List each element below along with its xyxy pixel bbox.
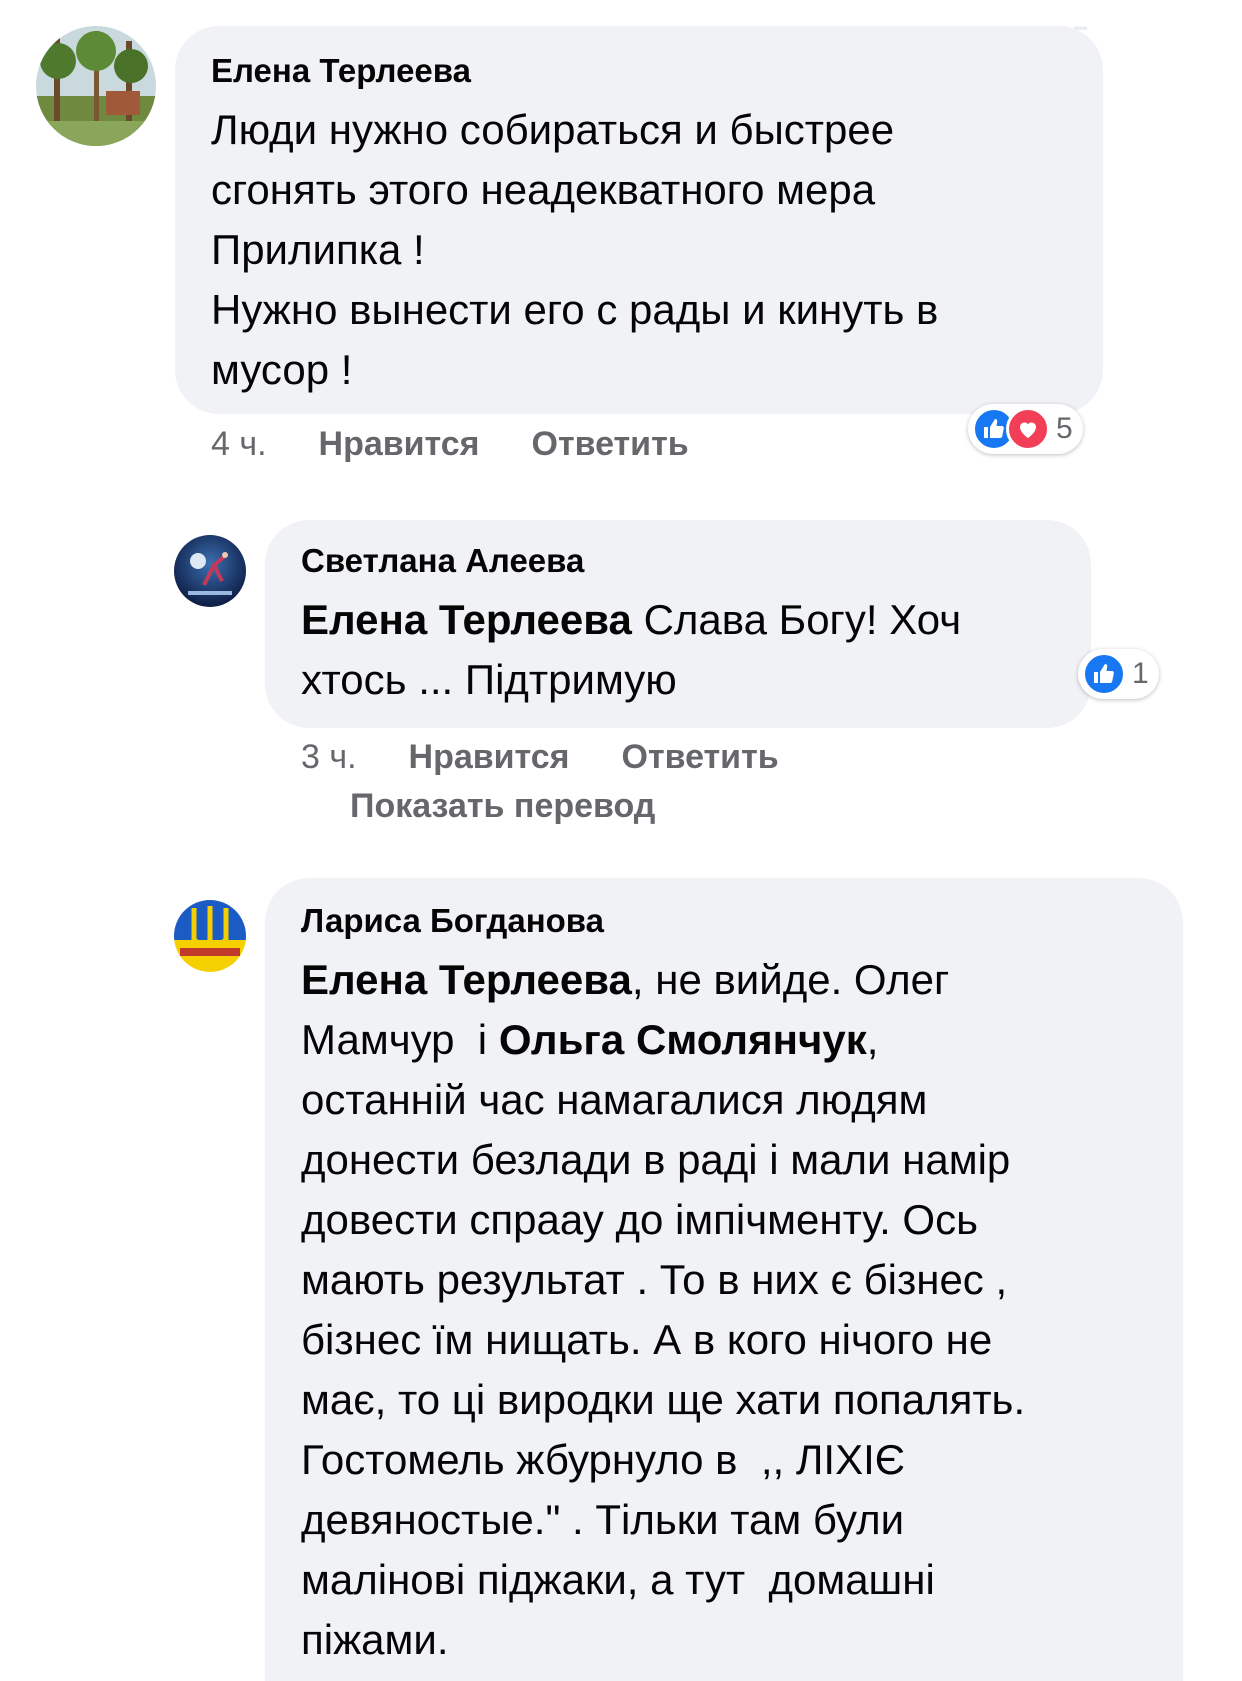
like-icon (1082, 652, 1126, 696)
reaction-count: 5 (1056, 412, 1073, 445)
love-icon (1006, 407, 1050, 451)
reaction-count: 1 (1132, 657, 1149, 690)
avatar-photo-trees (36, 26, 156, 146)
mention-link[interactable]: Елена Терлеева (301, 596, 632, 643)
avatar[interactable] (174, 900, 246, 972)
avatar[interactable] (36, 26, 156, 146)
comment-time[interactable]: 3 ч. (301, 738, 357, 777)
comment-author[interactable]: Светлана Алеева (301, 542, 1055, 580)
comment-text: Елена Терлеева Слава Богу! Хоч хтось ...… (301, 596, 962, 703)
avatar[interactable] (174, 535, 246, 607)
mention-link[interactable]: Елена Терлеева (301, 956, 632, 1003)
mention-link[interactable]: Ольга Смолянчук (499, 1016, 867, 1063)
reactions-summary[interactable]: 1 (1078, 649, 1159, 699)
comment-author[interactable]: Лариса Богданова (301, 902, 1147, 940)
like-button[interactable]: Нравится (409, 738, 570, 777)
comment-text: Елена Терлеева, не вийде. Олег Мамчур і … (301, 956, 1026, 1663)
comment-actions: 3 ч. Нравится Ответить (301, 738, 779, 777)
comment-text: Люди нужно собираться и быстрее сгонять … (211, 106, 939, 393)
avatar-trident-logo (174, 900, 246, 972)
comment-bubble: Светлана Алеева Елена Терлеева Слава Бог… (265, 520, 1091, 728)
like-button[interactable]: Нравится (319, 425, 480, 464)
show-translation-button[interactable]: Показать перевод (350, 787, 655, 826)
comment-bubble: Елена Терлеева Люди нужно собираться и б… (175, 26, 1103, 414)
comment-actions: 4 ч. Нравится Ответить (211, 425, 689, 464)
comment-author[interactable]: Елена Терлеева (211, 52, 1067, 90)
reactions-summary[interactable]: 5 (968, 404, 1083, 454)
reply-button[interactable]: Ответить (622, 738, 779, 777)
reply-button[interactable]: Ответить (532, 425, 689, 464)
comment-time[interactable]: 4 ч. (211, 425, 267, 464)
avatar-night-dancer (174, 535, 246, 607)
comment-bubble: Лариса Богданова Елена Терлеева, не вийд… (265, 878, 1183, 1681)
